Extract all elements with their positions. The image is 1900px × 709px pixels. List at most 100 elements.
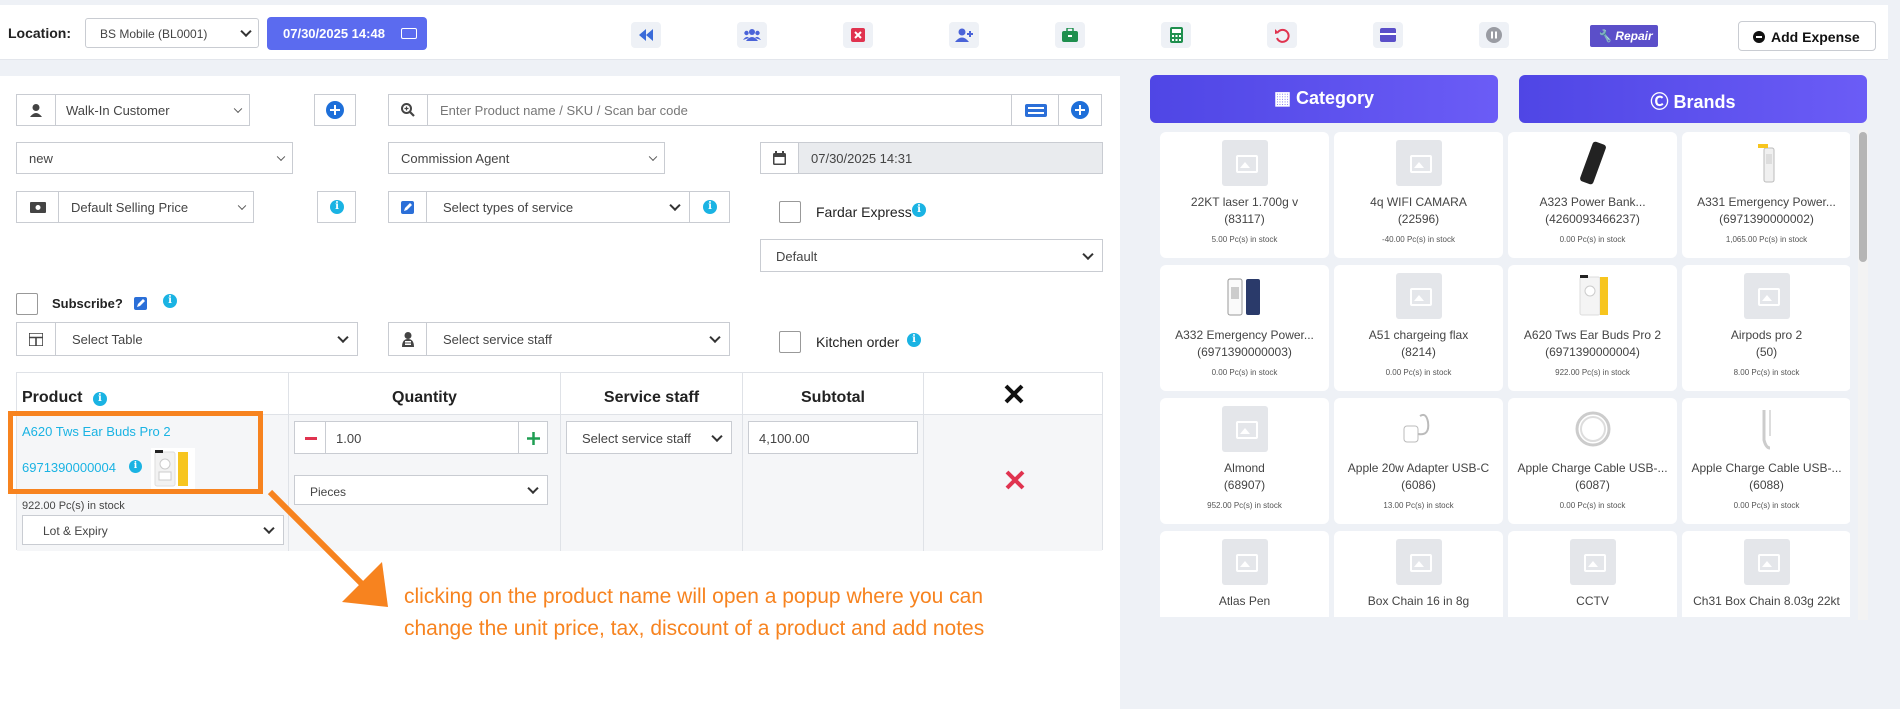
- status-select[interactable]: new: [16, 142, 293, 174]
- product-card-title: A331 Emergency Power...: [1697, 195, 1836, 209]
- transaction-date-input[interactable]: 07/30/2025 14:31: [798, 142, 1103, 174]
- minus-circle-icon: [1753, 31, 1765, 43]
- service-staff-placeholder: Select service staff: [443, 332, 552, 347]
- product-card-code: (6086): [1401, 478, 1436, 492]
- date-addon: [760, 142, 799, 174]
- product-card[interactable]: CCTV: [1508, 531, 1677, 617]
- service-type-info-button[interactable]: i: [689, 191, 730, 223]
- recent-transactions-button[interactable]: [1373, 22, 1403, 48]
- kitchen-order-checkbox[interactable]: [779, 331, 801, 353]
- service-type-select[interactable]: Select types of service: [426, 191, 690, 223]
- header-subtotal: Subtotal: [743, 373, 924, 415]
- add-expense-button[interactable]: Add Expense: [1738, 21, 1876, 51]
- product-card-code: (68907): [1223, 478, 1266, 492]
- chevron-down-icon: [240, 25, 252, 38]
- fardar-express-checkbox[interactable]: [779, 201, 801, 223]
- image-placeholder-icon: [1744, 539, 1790, 585]
- close-icon: [1004, 384, 1024, 404]
- product-card[interactable]: Apple 20w Adapter USB-C (6086) 13.00 Pc(s)…: [1334, 398, 1503, 524]
- edit-icon[interactable]: [134, 297, 147, 310]
- calculator-icon: [1169, 27, 1183, 43]
- product-card-code: (50): [1755, 345, 1778, 359]
- product-card[interactable]: A323 Power Bank... (4260093466237) 0.00 Pc…: [1508, 132, 1677, 258]
- barcode-keyboard-button[interactable]: [1011, 94, 1059, 126]
- product-card[interactable]: A620 Tws Ear Buds Pro 2 (6971390000004) 92…: [1508, 265, 1677, 391]
- product-card-code: (8214): [1401, 345, 1436, 359]
- datetime-button[interactable]: 07/30/2025 14:48: [267, 17, 427, 50]
- remove-row-icon[interactable]: [1004, 469, 1026, 491]
- product-card-stock: 0.00 Pc(s) in stock: [1385, 368, 1452, 377]
- subscribe-checkbox[interactable]: [16, 293, 38, 315]
- product-card[interactable]: A332 Emergency Power... (6971390000003) 0.…: [1160, 265, 1329, 391]
- scrollbar-thumb[interactable]: [1859, 132, 1867, 262]
- add-customer-button[interactable]: [314, 94, 356, 126]
- datetime-value: 07/30/2025 14:48: [283, 26, 385, 41]
- money-icon: [30, 202, 46, 213]
- product-card-code: (6971390000002): [1719, 212, 1814, 226]
- subtotal-input[interactable]: 4,100.00: [748, 421, 918, 454]
- sell-return-button[interactable]: [1267, 22, 1297, 48]
- product-card[interactable]: 4q WIFI CAMARA (22596) -40.00 Pc(s) in sto…: [1334, 132, 1503, 258]
- product-card[interactable]: Box Chain 16 in 8g: [1334, 531, 1503, 617]
- default-select-value: Default: [776, 249, 818, 264]
- edit-icon: [401, 201, 414, 214]
- quantity-input[interactable]: 1.00: [325, 421, 519, 454]
- product-card-name: Almond (68907): [1164, 460, 1325, 494]
- suspended-sales-button[interactable]: [1055, 22, 1085, 48]
- customer-select[interactable]: Walk-In Customer: [55, 94, 250, 126]
- info-icon[interactable]: i: [907, 333, 921, 347]
- product-card[interactable]: Apple Charge Cable USB-... (6087) 0.00 Pc(…: [1508, 398, 1677, 524]
- repair-button[interactable]: 🔧 Repair: [1590, 25, 1658, 47]
- product-card-title: Apple Charge Cable USB-...: [1517, 461, 1668, 475]
- pause-button[interactable]: [1479, 22, 1509, 48]
- info-icon: i: [703, 200, 717, 214]
- info-icon[interactable]: i: [92, 392, 107, 406]
- increase-quantity-button[interactable]: [518, 421, 548, 454]
- add-user-button[interactable]: [949, 22, 979, 48]
- decrease-quantity-button[interactable]: [294, 421, 326, 454]
- chevron-down-icon: [276, 152, 286, 162]
- product-card[interactable]: Ch31 Box Chain 8.03g 22kt: [1682, 531, 1850, 617]
- calculator-button[interactable]: [1161, 22, 1191, 48]
- product-card[interactable]: A51 chargeing flax (8214) 0.00 Pc(s) in st…: [1334, 265, 1503, 391]
- service-staff-addon: [388, 322, 427, 356]
- product-card[interactable]: Apple Charge Cable USB-... (6088) 0.00 Pc(…: [1682, 398, 1850, 524]
- product-card[interactable]: Almond (68907) 952.00 Pc(s) in stock: [1160, 398, 1329, 524]
- price-group-info-button[interactable]: i: [317, 191, 356, 223]
- chevron-down-icon: [233, 104, 243, 114]
- customers-button[interactable]: [737, 22, 767, 48]
- category-button[interactable]: ▦ Category: [1150, 75, 1498, 123]
- product-card-title: A332 Emergency Power...: [1175, 328, 1314, 342]
- info-icon[interactable]: i: [163, 294, 177, 308]
- row-service-staff-select[interactable]: Select service staff: [566, 421, 732, 454]
- product-card[interactable]: 22KT laser 1.700g v (83117) 5.00 Pc(s) in …: [1160, 132, 1329, 258]
- product-card-title: CCTV: [1576, 594, 1609, 608]
- product-card[interactable]: A331 Emergency Power... (6971390000002) 1,…: [1682, 132, 1850, 258]
- price-group-select[interactable]: Default Selling Price: [58, 191, 254, 223]
- product-search-input[interactable]: Enter Product name / SKU / Scan bar code: [427, 94, 1012, 126]
- lot-expiry-select[interactable]: Lot & Expiry: [22, 515, 284, 545]
- service-staff-select[interactable]: Select service staff: [426, 322, 730, 356]
- product-card-code: (6971390000004): [1545, 345, 1640, 359]
- header-quantity: Quantity: [289, 373, 561, 415]
- commission-agent-select[interactable]: Commission Agent: [388, 142, 665, 174]
- plus-circle-icon: [326, 101, 344, 119]
- default-select[interactable]: Default: [760, 239, 1103, 272]
- table-addon: [16, 322, 56, 356]
- undo-icon: [1275, 28, 1290, 43]
- chevron-down-icon: [237, 201, 247, 211]
- image-placeholder-icon: [1570, 539, 1616, 585]
- product-card[interactable]: Atlas Pen: [1160, 531, 1329, 617]
- product-grid-scrollbar[interactable]: [1858, 130, 1868, 620]
- product-card[interactable]: Airpods pro 2 (50) 8.00 Pc(s) in stock: [1682, 265, 1850, 391]
- location-select[interactable]: BS Mobile (BL0001): [85, 18, 259, 48]
- brands-button[interactable]: Ⓒ Brands: [1519, 75, 1867, 123]
- info-icon[interactable]: i: [912, 203, 926, 217]
- product-image: [1222, 273, 1268, 319]
- add-expense-label: Add Expense: [1771, 29, 1860, 45]
- chevron-down-icon: [527, 482, 539, 495]
- go-back-button[interactable]: [631, 22, 661, 48]
- add-product-button[interactable]: [1058, 94, 1102, 126]
- table-select[interactable]: Select Table: [55, 322, 358, 356]
- close-register-button[interactable]: [843, 22, 873, 48]
